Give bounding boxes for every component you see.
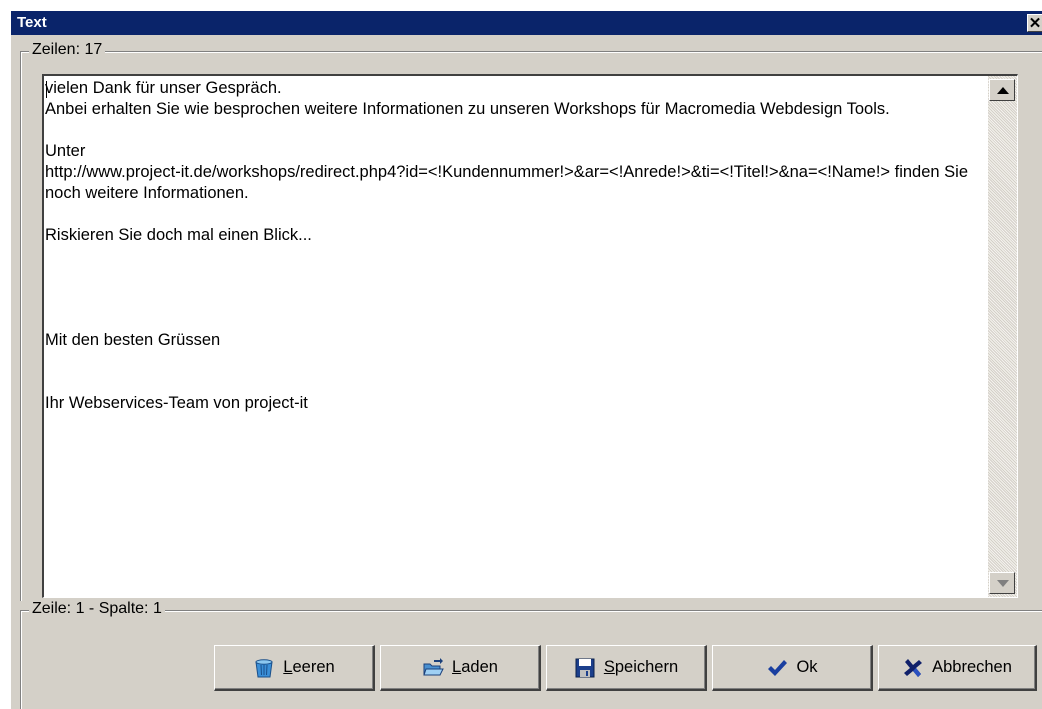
cross-icon — [904, 658, 923, 677]
line-count-label: Zeilen: 17 — [29, 41, 106, 59]
open-folder-icon — [423, 657, 444, 675]
ok-button-label: Ok — [796, 658, 818, 676]
trash-bin-icon — [255, 658, 273, 677]
text-caret — [46, 81, 47, 98]
floppy-disk-icon — [575, 658, 595, 677]
checkmark-icon — [768, 659, 788, 676]
save-button[interactable]: Speichern — [546, 645, 707, 691]
close-icon[interactable]: ✕ — [1027, 14, 1042, 32]
cancel-button-label: Abbrechen — [932, 658, 1012, 676]
scroll-down-button[interactable] — [989, 572, 1015, 594]
text-editor[interactable]: vielen Dank für unser Gespräch. Anbei er… — [42, 74, 1018, 598]
editor-text[interactable]: vielen Dank für unser Gespräch. Anbei er… — [45, 78, 971, 414]
title-bar[interactable]: Text ✕ — [11, 11, 1042, 35]
clear-button-label: Leeren — [283, 658, 335, 676]
cursor-position-label: Zeile: 1 - Spalte: 1 — [29, 600, 165, 618]
load-button[interactable]: Laden — [380, 645, 541, 691]
load-button-label: Laden — [452, 658, 498, 676]
clear-button[interactable]: Leeren — [214, 645, 375, 691]
window-title: Text — [17, 14, 47, 31]
cancel-button[interactable]: Abbrechen — [878, 645, 1037, 691]
vertical-scrollbar[interactable] — [988, 76, 1017, 597]
arrow-down-icon — [997, 580, 1009, 587]
save-button-label: Speichern — [603, 658, 679, 676]
scroll-up-button[interactable] — [989, 79, 1015, 101]
arrow-up-icon — [997, 87, 1009, 94]
ok-button[interactable]: Ok — [712, 645, 873, 691]
